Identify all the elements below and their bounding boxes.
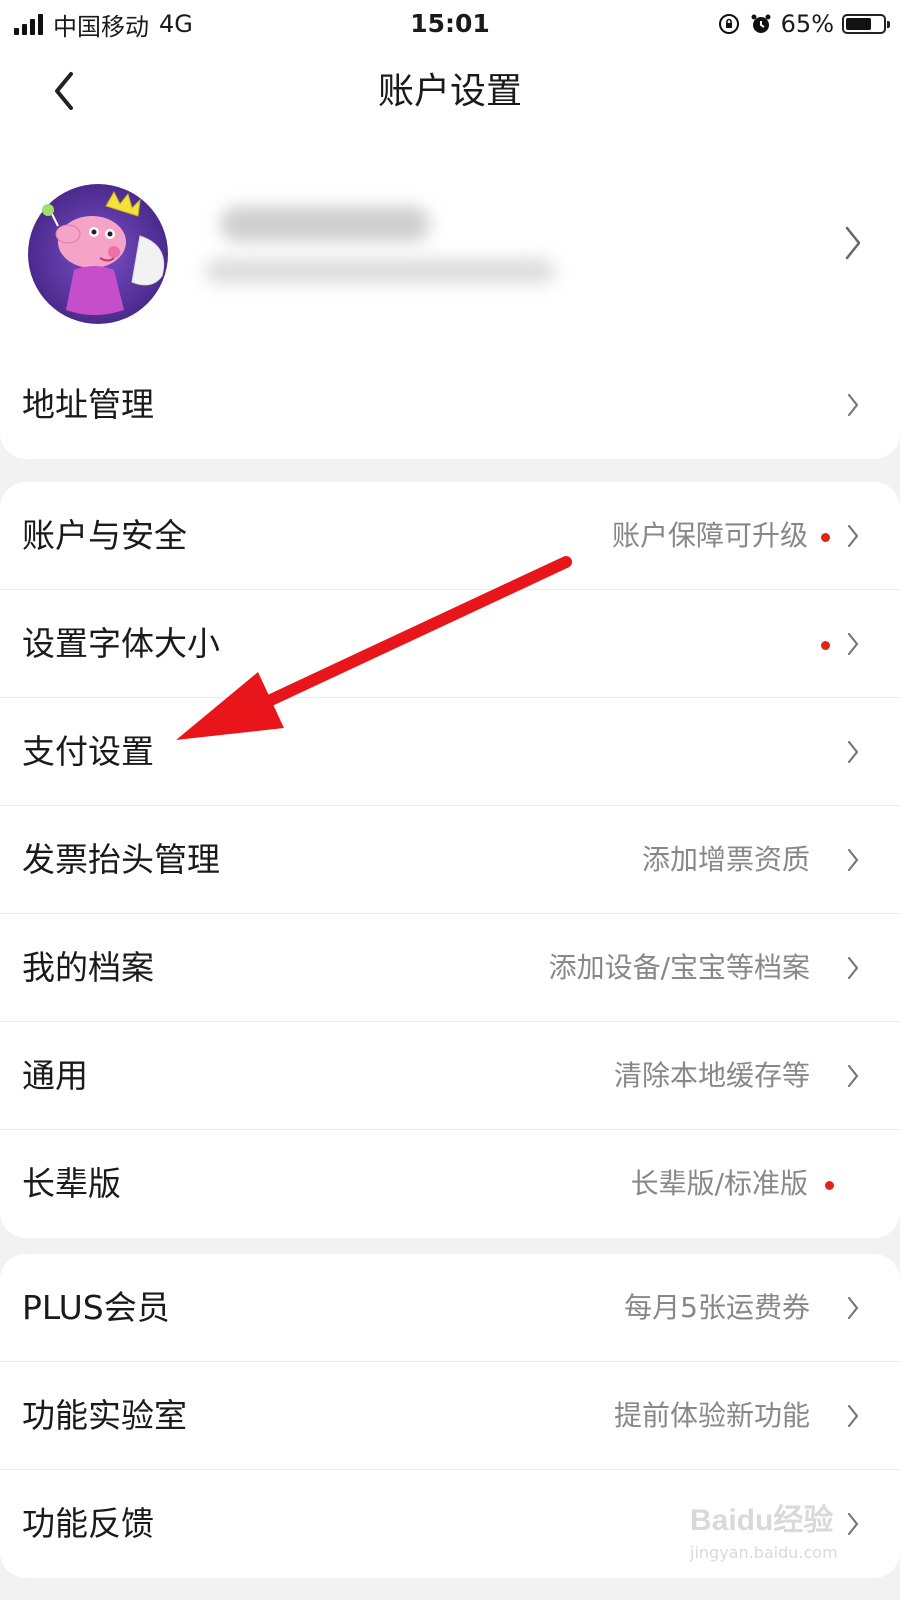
settings-row-value: 每月5张运费券 bbox=[624, 1291, 810, 1324]
account-info-blurred bbox=[205, 258, 555, 284]
settings-row-value: 添加设备/宝宝等档案 bbox=[548, 951, 810, 984]
chevron-right-icon bbox=[847, 1404, 859, 1428]
settings-row-value: 长辈版/标准版 bbox=[630, 1167, 808, 1200]
settings-row-label: 通用 bbox=[22, 1056, 88, 1095]
settings-row-label: 发票抬头管理 bbox=[22, 840, 220, 879]
settings-row[interactable]: 支付设置 bbox=[0, 698, 900, 806]
settings-row-label: 支付设置 bbox=[22, 732, 154, 771]
settings-row[interactable]: 账户与安全 账户保障可升级 bbox=[0, 482, 900, 590]
settings-row-label: 功能实验室 bbox=[22, 1396, 187, 1435]
settings-row-value: 添加增票资质 bbox=[641, 843, 810, 876]
username-blurred bbox=[220, 206, 430, 242]
settings-row[interactable]: 设置字体大小 bbox=[0, 590, 900, 698]
settings-row-label: 我的档案 bbox=[22, 948, 154, 987]
settings-group-address: 地址管理 bbox=[0, 351, 900, 459]
notification-dot bbox=[821, 533, 830, 542]
settings-row-label: PLUS会员 bbox=[22, 1288, 170, 1327]
chevron-right-icon bbox=[847, 956, 859, 980]
avatar bbox=[28, 184, 168, 324]
settings-row[interactable]: 我的档案 添加设备/宝宝等档案 bbox=[0, 914, 900, 1022]
page-title: 账户设置 bbox=[377, 71, 522, 112]
chevron-right-icon bbox=[847, 1296, 859, 1320]
settings-row[interactable]: PLUS会员 每月5张运费券 bbox=[0, 1254, 900, 1362]
alarm-icon bbox=[751, 14, 771, 33]
account-settings-screen: 中国移动 4G 15:01 65% 账户设置 地址管理 账户与安全 账户保障可升… bbox=[0, 0, 900, 1600]
battery-percent: 65% bbox=[780, 10, 834, 38]
settings-row-label: 设置字体大小 bbox=[22, 624, 220, 663]
watermark-brand: Baidu经验 bbox=[690, 1504, 834, 1537]
settings-row[interactable]: 通用 清除本地缓存等 bbox=[0, 1022, 900, 1130]
chevron-right-icon bbox=[847, 740, 859, 764]
chevron-right-icon bbox=[847, 1064, 859, 1088]
chevron-right-icon bbox=[847, 393, 859, 417]
chevron-right-icon bbox=[845, 226, 861, 260]
settings-row[interactable]: 长辈版 长辈版/标准版 bbox=[0, 1130, 900, 1238]
settings-row-label: 账户与安全 bbox=[22, 516, 187, 555]
settings-row[interactable]: 功能实验室 提前体验新功能 bbox=[0, 1362, 900, 1470]
watermark-logo: Baidu经验 jingyan.baidu.com bbox=[690, 1495, 870, 1585]
settings-row-value: 账户保障可升级 bbox=[611, 519, 808, 552]
rotation-lock-icon bbox=[718, 14, 739, 34]
chevron-right-icon bbox=[847, 848, 859, 872]
settings-row[interactable]: 发票抬头管理 添加增票资质 bbox=[0, 806, 900, 914]
settings-row[interactable]: 地址管理 bbox=[0, 351, 900, 459]
chevron-right-icon bbox=[847, 632, 859, 656]
notification-dot bbox=[821, 641, 830, 650]
battery-icon bbox=[842, 14, 890, 34]
settings-row-label: 地址管理 bbox=[22, 385, 154, 424]
settings-row-value: 清除本地缓存等 bbox=[613, 1059, 810, 1092]
notification-dot bbox=[825, 1181, 834, 1190]
settings-row-label: 功能反馈 bbox=[22, 1504, 154, 1543]
settings-group-main: 账户与安全 账户保障可升级设置字体大小 支付设置发票抬头管理 添加增票资质我的档案 添加… bbox=[0, 482, 900, 1238]
settings-row-label: 长辈版 bbox=[22, 1164, 121, 1203]
chevron-right-icon bbox=[847, 524, 859, 548]
status-right: 65% bbox=[717, 6, 890, 42]
profile-row[interactable] bbox=[0, 136, 900, 358]
status-bar: 中国移动 4G 15:01 65% bbox=[0, 0, 900, 48]
settings-row-value: 提前体验新功能 bbox=[613, 1399, 810, 1432]
navigation-bar: 账户设置 bbox=[0, 48, 900, 136]
watermark-url: jingyan.baidu.com bbox=[690, 1543, 838, 1562]
